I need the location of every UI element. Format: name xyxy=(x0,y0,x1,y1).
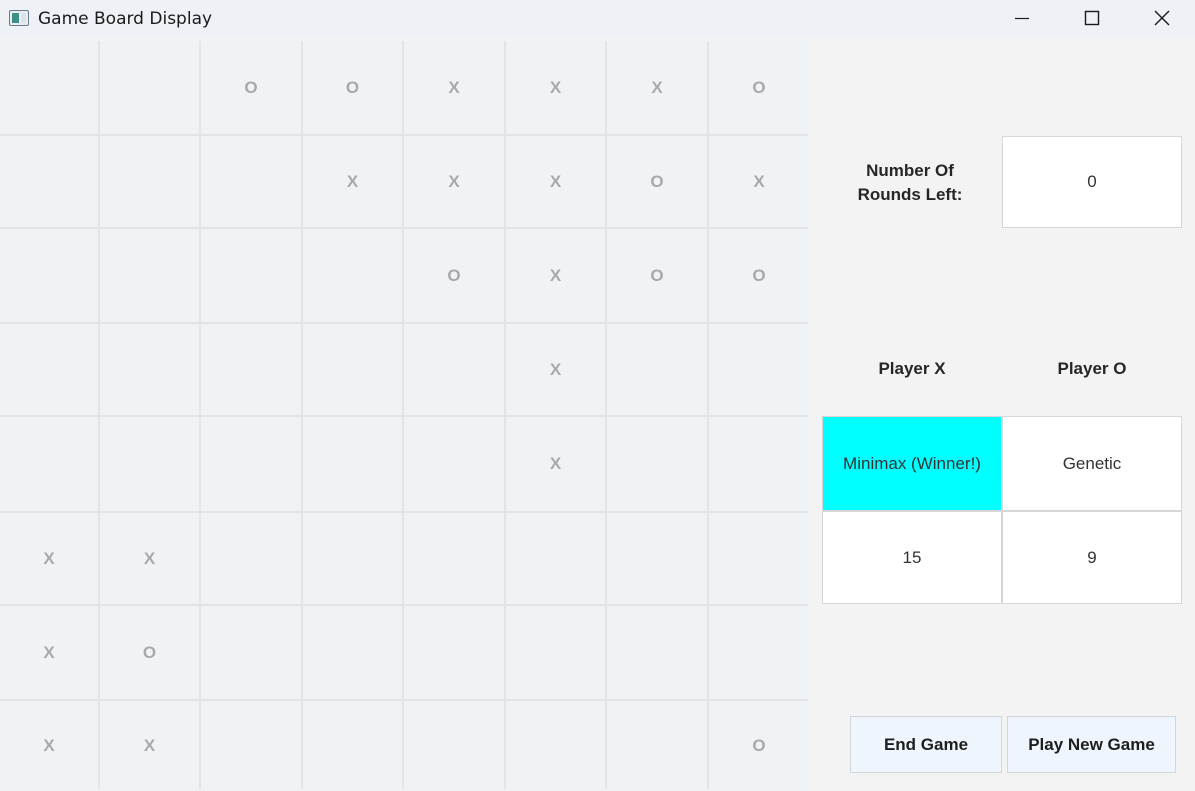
board-cell[interactable] xyxy=(100,136,199,227)
board-cell[interactable]: X xyxy=(506,136,605,227)
rounds-left-value: 0 xyxy=(1002,136,1182,228)
board-cell[interactable] xyxy=(100,324,199,415)
board-cell[interactable]: X xyxy=(303,136,402,227)
title-bar: Game Board Display xyxy=(0,0,1195,38)
player-x-label: Player X xyxy=(878,359,946,378)
board-cell[interactable] xyxy=(0,41,98,134)
board-cell[interactable] xyxy=(607,513,707,604)
close-icon xyxy=(1154,10,1170,26)
play-new-game-button[interactable]: Play New Game xyxy=(1007,716,1176,773)
board-cell[interactable] xyxy=(506,606,605,699)
rounds-left-label: Number Of Rounds Left: xyxy=(857,161,963,204)
close-button[interactable] xyxy=(1139,0,1185,38)
board-cell[interactable]: O xyxy=(100,606,199,699)
board-cell[interactable]: O xyxy=(709,41,809,134)
board-cell[interactable] xyxy=(100,41,199,134)
board-cell[interactable]: O xyxy=(303,41,402,134)
board-cell[interactable] xyxy=(303,701,402,791)
board-cell[interactable]: X xyxy=(506,324,605,415)
board-cell[interactable]: O xyxy=(709,701,809,791)
board-cell[interactable] xyxy=(201,229,301,322)
player-o-label: Player O xyxy=(1057,359,1127,378)
board-cell[interactable] xyxy=(404,701,504,791)
board-cell[interactable] xyxy=(607,701,707,791)
board-cell[interactable] xyxy=(607,606,707,699)
board-cell[interactable] xyxy=(303,417,402,511)
board-cell[interactable]: X xyxy=(0,513,98,604)
maximize-button[interactable] xyxy=(1069,0,1115,38)
player-x-score: 15 xyxy=(822,511,1002,604)
minimize-button[interactable] xyxy=(999,0,1045,38)
board-cell[interactable] xyxy=(201,513,301,604)
board-cell[interactable]: X xyxy=(100,513,199,604)
board-cell[interactable] xyxy=(404,513,504,604)
board-cell[interactable] xyxy=(0,136,98,227)
player-o-score: 9 xyxy=(1002,511,1182,604)
board-cell[interactable]: X xyxy=(0,606,98,699)
board-cell[interactable] xyxy=(404,324,504,415)
board-cell[interactable]: X xyxy=(0,701,98,791)
board-cell[interactable]: O xyxy=(607,229,707,322)
board-cell[interactable] xyxy=(607,417,707,511)
board-cell[interactable] xyxy=(404,417,504,511)
player-x-name: Minimax (Winner!) xyxy=(822,416,1002,511)
board-cell[interactable] xyxy=(709,606,809,699)
board-cell[interactable] xyxy=(201,606,301,699)
board-cell[interactable] xyxy=(201,136,301,227)
end-game-button[interactable]: End Game xyxy=(850,716,1002,773)
board-cell[interactable] xyxy=(100,229,199,322)
board-cell[interactable] xyxy=(404,606,504,699)
maximize-icon xyxy=(1084,10,1100,26)
side-panel: Number Of Rounds Left: 0 Player X Player… xyxy=(808,41,1195,789)
board-cell[interactable] xyxy=(709,324,809,415)
board-cell[interactable] xyxy=(201,417,301,511)
board-cell[interactable]: X xyxy=(404,136,504,227)
board-cell[interactable] xyxy=(303,229,402,322)
board-cell[interactable]: X xyxy=(100,701,199,791)
board-cell[interactable] xyxy=(201,701,301,791)
player-o-name: Genetic xyxy=(1002,416,1182,511)
board-cell[interactable]: X xyxy=(506,417,605,511)
board-cell[interactable]: X xyxy=(607,41,707,134)
window-title: Game Board Display xyxy=(38,9,213,29)
board-cell[interactable] xyxy=(100,417,199,511)
board-cell[interactable]: X xyxy=(709,136,809,227)
board-cell[interactable] xyxy=(303,324,402,415)
board-cell[interactable]: X xyxy=(404,41,504,134)
board-cell[interactable]: O xyxy=(201,41,301,134)
board-cell[interactable] xyxy=(709,417,809,511)
board-cell[interactable] xyxy=(709,513,809,604)
board-cell[interactable]: O xyxy=(709,229,809,322)
board-cell[interactable] xyxy=(506,701,605,791)
board-cell[interactable] xyxy=(607,324,707,415)
board-cell[interactable]: X xyxy=(506,229,605,322)
board-cell[interactable] xyxy=(0,417,98,511)
board-cell[interactable]: O xyxy=(607,136,707,227)
app-icon xyxy=(9,10,29,26)
game-board: OOXXXOXXXOXOXOOXXXXXOXXO xyxy=(0,41,809,791)
board-cell[interactable] xyxy=(0,324,98,415)
board-cell[interactable] xyxy=(506,513,605,604)
board-cell[interactable]: O xyxy=(404,229,504,322)
board-cell[interactable]: X xyxy=(506,41,605,134)
board-cell[interactable] xyxy=(201,324,301,415)
board-cell[interactable] xyxy=(303,606,402,699)
minimize-icon xyxy=(1015,17,1029,20)
board-cell[interactable] xyxy=(303,513,402,604)
board-cell[interactable] xyxy=(0,229,98,322)
